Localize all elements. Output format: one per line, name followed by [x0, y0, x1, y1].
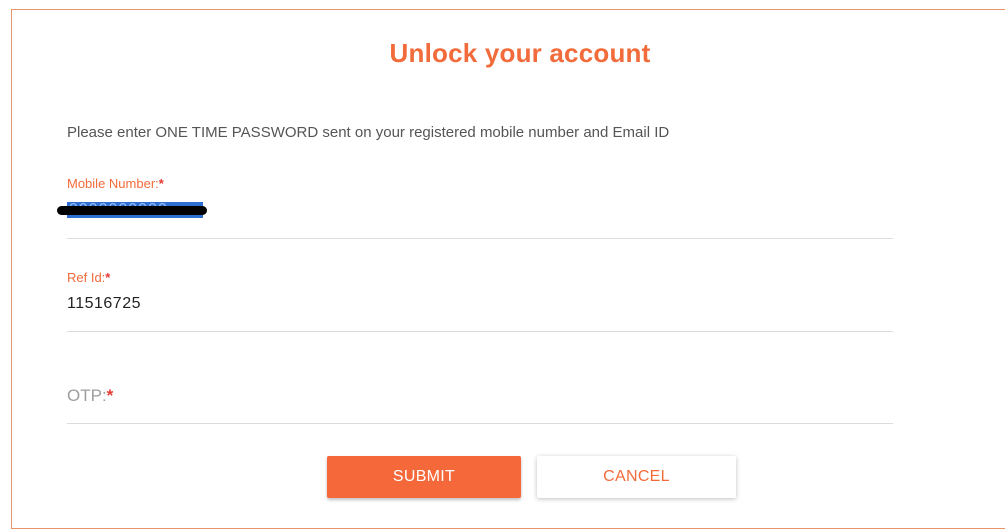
- ref-id-field[interactable]: Ref Id:* 11516725: [67, 270, 893, 332]
- required-mark: *: [105, 270, 111, 285]
- otp-field[interactable]: OTP:*: [67, 386, 893, 424]
- cancel-button[interactable]: CANCEL: [537, 456, 736, 498]
- field-underline: [67, 423, 893, 424]
- dialog-title: Unlock your account: [389, 38, 651, 68]
- ref-id-label: Ref Id:*: [67, 270, 893, 285]
- mobile-number-field[interactable]: Mobile Number:* 9999999999: [57, 176, 893, 239]
- submit-button[interactable]: SUBMIT: [327, 456, 521, 498]
- unlock-account-dialog: [11, 9, 1005, 529]
- redaction-scribble: [57, 206, 207, 215]
- mobile-number-label: Mobile Number:*: [67, 176, 893, 191]
- instruction-text: Please enter ONE TIME PASSWORD sent on y…: [67, 124, 670, 141]
- ref-id-input[interactable]: 11516725: [67, 295, 893, 313]
- otp-input[interactable]: OTP:*: [67, 386, 893, 406]
- required-mark: *: [106, 386, 114, 405]
- mobile-number-label-text: Mobile Number:: [67, 176, 159, 191]
- field-underline: [67, 331, 893, 332]
- mobile-number-input[interactable]: 9999999999: [57, 200, 207, 222]
- ref-id-label-text: Ref Id:: [67, 270, 106, 285]
- required-mark: *: [158, 176, 164, 191]
- field-underline: [67, 238, 893, 239]
- otp-placeholder: OTP:: [67, 386, 107, 405]
